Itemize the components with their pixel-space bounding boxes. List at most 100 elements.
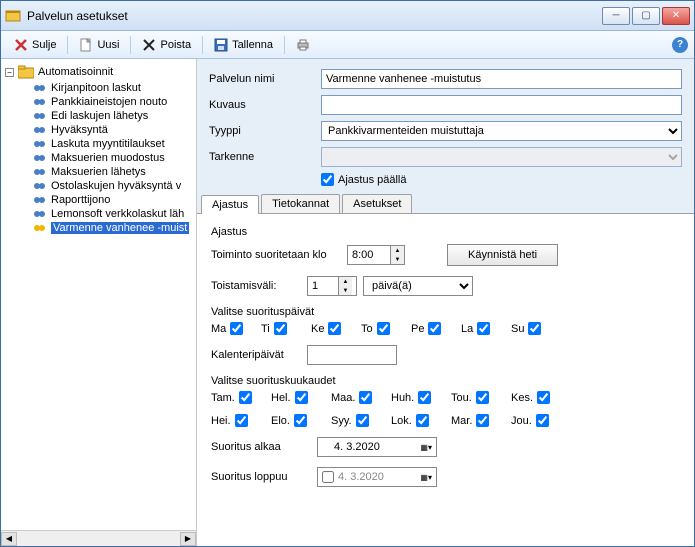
month-checkbox[interactable] [476,414,489,427]
new-label: Uusi [97,39,119,51]
tree-item[interactable]: Maksuerien muodostus [5,151,196,165]
day-checkbox[interactable] [477,322,490,335]
tree-panel: − Automatisoinnit Kirjanpitoon laskutPan… [1,59,197,546]
tree-item[interactable]: Pankkiaineistojen nouto [5,95,196,109]
gear-icon [33,208,47,220]
end-date-picker[interactable]: 4. 3.2020 ▦▾ [317,467,437,487]
tree-item[interactable]: Maksuerien lähetys [5,165,196,179]
run-at-spinner[interactable]: ▲▼ [347,245,405,265]
spin-up[interactable]: ▲ [339,277,352,286]
month-checkbox[interactable] [239,391,252,404]
tree-item[interactable]: Laskuta myyntitilaukset [5,137,196,151]
close-button[interactable]: Sulje [7,35,63,55]
day-item: Ke [311,322,355,335]
print-button[interactable] [289,35,317,55]
month-checkbox[interactable] [235,414,248,427]
desc-input[interactable] [321,95,682,115]
gear-icon [33,152,47,164]
calendar-icon[interactable]: ▦▾ [420,443,432,452]
month-checkbox[interactable] [476,391,489,404]
month-checkbox[interactable] [359,391,372,404]
save-button[interactable]: Tallenna [207,35,280,55]
month-checkbox[interactable] [295,391,308,404]
tree-item-label: Lemonsoft verkkolaskut läh [51,208,184,220]
day-item: To [361,322,405,335]
print-icon [296,38,310,52]
start-date-picker[interactable]: 4. 3.2020 ▦▾ [317,437,437,457]
delete-icon [142,38,156,52]
tree-item[interactable]: Raporttijono [5,193,196,207]
day-label: Su [511,323,524,335]
spin-up[interactable]: ▲ [391,246,404,255]
calendar-icon[interactable]: ▦▾ [420,473,432,482]
separator [202,36,203,54]
day-item: Su [511,322,555,335]
months-label: Valitse suorituskuukaudet [211,375,680,387]
end-date-value: 4. 3.2020 [338,471,384,483]
save-label: Tallenna [232,39,273,51]
month-label: Lok. [391,415,412,427]
day-checkbox[interactable] [230,322,243,335]
tree-item[interactable]: Edi laskujen lähetys [5,109,196,123]
delete-button[interactable]: Poista [135,35,198,55]
type-label: Tyyppi [209,125,321,137]
month-checkbox[interactable] [416,414,429,427]
tree-root[interactable]: − Automatisoinnit [5,63,196,81]
repeat-unit-select[interactable]: päivä(ä) [363,276,473,296]
day-label: Ma [211,323,226,335]
tab-schedule[interactable]: Ajastus [201,195,259,214]
separator [67,36,68,54]
day-checkbox[interactable] [274,322,287,335]
app-icon [5,8,21,24]
month-checkbox[interactable] [536,414,549,427]
tree-item[interactable]: Ostolaskujen hyväksyntä v [5,179,196,193]
gear-icon [33,222,47,234]
day-checkbox[interactable] [328,322,341,335]
day-checkbox[interactable] [377,322,390,335]
minimize-button[interactable]: ─ [602,7,630,25]
new-button[interactable]: Uusi [72,35,126,55]
month-label: Kes. [511,392,533,404]
schedule-group-title: Ajastus [211,226,680,238]
repeat-spinner[interactable]: ▲▼ [307,276,357,296]
tree-item[interactable]: Varmenne vanhenee -muist [5,221,196,235]
calendar-days-input[interactable] [307,345,397,365]
close-window-button[interactable]: ✕ [662,7,690,25]
end-date-enable-checkbox[interactable] [322,471,334,483]
tree-item[interactable]: Lemonsoft verkkolaskut läh [5,207,196,221]
month-checkbox[interactable] [418,391,431,404]
maximize-button[interactable]: ▢ [632,7,660,25]
day-label: Pe [411,323,424,335]
tree-scrollbar[interactable]: ◀ ▶ [1,530,196,546]
spin-down[interactable]: ▼ [391,255,404,264]
spin-down[interactable]: ▼ [339,286,352,295]
month-checkbox[interactable] [537,391,550,404]
tree-item-label: Laskuta myyntitilaukset [51,138,165,150]
day-checkbox[interactable] [528,322,541,335]
month-label: Syy. [331,415,352,427]
tab-databases[interactable]: Tietokannat [261,194,340,213]
gear-icon [33,166,47,178]
month-label: Mar. [451,415,472,427]
form-header: Palvelun nimi Kuvaus Tyyppi Pankkivarmen… [197,59,694,192]
help-button[interactable]: ? [672,37,688,53]
run-now-button[interactable]: Käynnistä heti [447,244,558,266]
month-checkbox[interactable] [294,414,307,427]
collapse-icon[interactable]: − [5,68,14,77]
run-at-input[interactable] [348,246,390,264]
month-item: Tou. [451,391,505,404]
day-checkbox[interactable] [428,322,441,335]
tree-item-label: Pankkiaineistojen nouto [51,96,167,108]
type-select[interactable]: Pankkivarmenteiden muistuttaja [321,121,682,141]
tab-settings[interactable]: Asetukset [342,194,412,213]
scroll-right[interactable]: ▶ [180,532,196,546]
tree-item[interactable]: Hyväksyntä [5,123,196,137]
name-input[interactable] [321,69,682,89]
month-label: Jou. [511,415,532,427]
month-checkbox[interactable] [356,414,369,427]
timer-on-checkbox[interactable] [321,173,334,186]
scroll-left[interactable]: ◀ [1,532,17,546]
tree-item[interactable]: Kirjanpitoon laskut [5,81,196,95]
repeat-input[interactable] [308,277,338,295]
day-item: Pe [411,322,455,335]
